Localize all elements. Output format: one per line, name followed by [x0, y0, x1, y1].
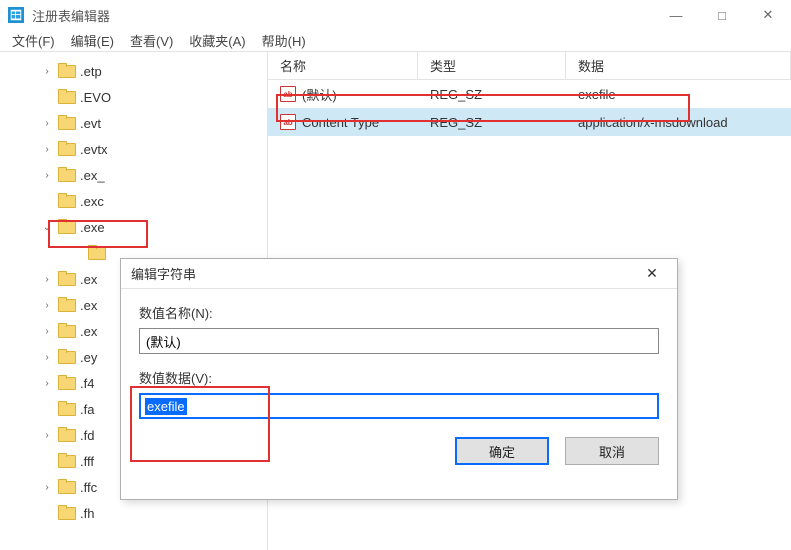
chevron-right-icon[interactable]: › — [40, 378, 54, 389]
folder-icon — [58, 427, 76, 443]
dialog-close-button[interactable]: ✕ — [637, 265, 667, 282]
tree-item-label: .etp — [80, 64, 102, 79]
col-name[interactable]: 名称 — [268, 52, 418, 79]
folder-icon — [58, 375, 76, 391]
value-name-field[interactable]: (默认) — [139, 328, 659, 354]
menu-view[interactable]: 查看(V) — [122, 30, 181, 51]
value-type: REG_SZ — [418, 115, 566, 130]
tree-item-label: .evtx — [80, 142, 107, 157]
folder-icon — [58, 505, 76, 521]
chevron-right-icon[interactable]: › — [40, 482, 54, 493]
tree-item[interactable]: .EVO — [0, 84, 267, 110]
tree-item-label: .evt — [80, 116, 101, 131]
tree-item[interactable]: › .ex_ — [0, 162, 267, 188]
tree-item-label: .exe — [80, 220, 105, 235]
cancel-button[interactable]: 取消 — [565, 437, 659, 465]
menu-file[interactable]: 文件(F) — [4, 30, 63, 51]
value-data-selected-text: exefile — [145, 398, 187, 415]
folder-icon — [58, 401, 76, 417]
folder-icon — [58, 141, 76, 157]
list-header: 名称 类型 数据 — [268, 52, 791, 80]
tree-item[interactable]: .fh — [0, 500, 267, 526]
dialog-title-bar[interactable]: 编辑字符串 ✕ — [121, 259, 677, 289]
chevron-down-icon[interactable]: ⌄ — [40, 222, 54, 233]
chevron-right-icon[interactable]: › — [40, 352, 54, 363]
folder-icon — [58, 453, 76, 469]
edit-string-dialog: 编辑字符串 ✕ 数值名称(N): (默认) 数值数据(V): exefile 确… — [120, 258, 678, 500]
chevron-right-icon[interactable]: › — [40, 170, 54, 181]
folder-icon — [58, 297, 76, 313]
tree-item[interactable]: .exc — [0, 188, 267, 214]
value-data: application/x-msdownload — [566, 115, 791, 130]
tree-item-label: .fa — [80, 402, 94, 417]
close-button[interactable]: ✕ — [745, 0, 791, 30]
table-row[interactable]: ab (默认) REG_SZexefile — [268, 80, 791, 108]
tree-item-label: .EVO — [80, 90, 111, 105]
col-type[interactable]: 类型 — [418, 52, 566, 79]
folder-icon — [58, 349, 76, 365]
chevron-right-icon[interactable]: › — [40, 144, 54, 155]
ok-button[interactable]: 确定 — [455, 437, 549, 465]
value-data-input[interactable]: exefile — [139, 393, 659, 419]
tree-item[interactable]: › .evt — [0, 110, 267, 136]
chevron-right-icon[interactable]: › — [40, 430, 54, 441]
value-name-label: 数值名称(N): — [139, 303, 659, 322]
tree-item-label: .ey — [80, 350, 97, 365]
folder-icon — [58, 115, 76, 131]
chevron-right-icon[interactable]: › — [40, 66, 54, 77]
string-value-icon: ab — [280, 114, 296, 130]
value-name: Content Type — [302, 115, 379, 130]
chevron-right-icon[interactable]: › — [40, 118, 54, 129]
menu-edit[interactable]: 编辑(E) — [63, 30, 122, 51]
menu-favorites[interactable]: 收藏夹(A) — [181, 30, 253, 51]
value-name: (默认) — [302, 85, 337, 104]
dialog-title: 编辑字符串 — [131, 264, 637, 283]
chevron-right-icon[interactable]: › — [40, 274, 54, 285]
folder-icon — [58, 479, 76, 495]
table-row[interactable]: ab Content Type REG_SZapplication/x-msdown… — [268, 108, 791, 136]
value-data-label: 数值数据(V): — [139, 368, 659, 387]
value-type: REG_SZ — [418, 87, 566, 102]
folder-icon — [58, 271, 76, 287]
tree-item-label: .f4 — [80, 376, 94, 391]
tree-item-label: .ex_ — [80, 168, 105, 183]
col-data[interactable]: 数据 — [566, 52, 791, 79]
maximize-button[interactable]: □ — [699, 0, 745, 30]
minimize-button[interactable]: — — [653, 0, 699, 30]
tree-item-label: .ffc — [80, 480, 97, 495]
tree-item[interactable]: › .etp — [0, 58, 267, 84]
tree-item-label: .ex — [80, 324, 97, 339]
tree-item-label: .ex — [80, 298, 97, 313]
folder-icon — [58, 219, 76, 235]
tree-item-label: .fff — [80, 454, 94, 469]
folder-icon — [58, 323, 76, 339]
menu-help[interactable]: 帮助(H) — [254, 30, 314, 51]
menu-bar: 文件(F) 编辑(E) 查看(V) 收藏夹(A) 帮助(H) — [0, 30, 791, 52]
string-value-icon: ab — [280, 86, 296, 102]
tree-item-label: .exc — [80, 194, 104, 209]
tree-item[interactable]: › .evtx — [0, 136, 267, 162]
tree-item-label: .ex — [80, 272, 97, 287]
window-title: 注册表编辑器 — [32, 6, 653, 25]
folder-icon — [58, 193, 76, 209]
folder-icon — [58, 167, 76, 183]
tree-item[interactable]: ⌄ .exe — [0, 214, 267, 240]
tree-item-label: .fh — [80, 506, 94, 521]
folder-icon — [88, 245, 106, 261]
title-bar: 注册表编辑器 — □ ✕ — [0, 0, 791, 30]
chevron-right-icon[interactable]: › — [40, 300, 54, 311]
value-data: exefile — [566, 87, 791, 102]
tree-item-label: .fd — [80, 428, 94, 443]
folder-icon — [58, 63, 76, 79]
folder-icon — [58, 89, 76, 105]
app-icon — [8, 7, 24, 23]
chevron-right-icon[interactable]: › — [40, 326, 54, 337]
